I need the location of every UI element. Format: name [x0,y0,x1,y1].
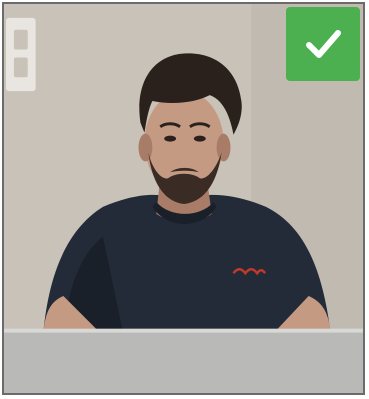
laptop-lid [4,330,363,393]
camera-frame [2,2,365,395]
light-switch-icon [5,17,36,92]
laptop-edge [4,328,363,333]
right-eye [193,135,206,142]
right-ear [216,133,231,162]
left-eye [164,135,177,142]
verified-badge [286,7,360,81]
checkmark-icon [306,30,341,58]
left-ear [138,133,153,162]
